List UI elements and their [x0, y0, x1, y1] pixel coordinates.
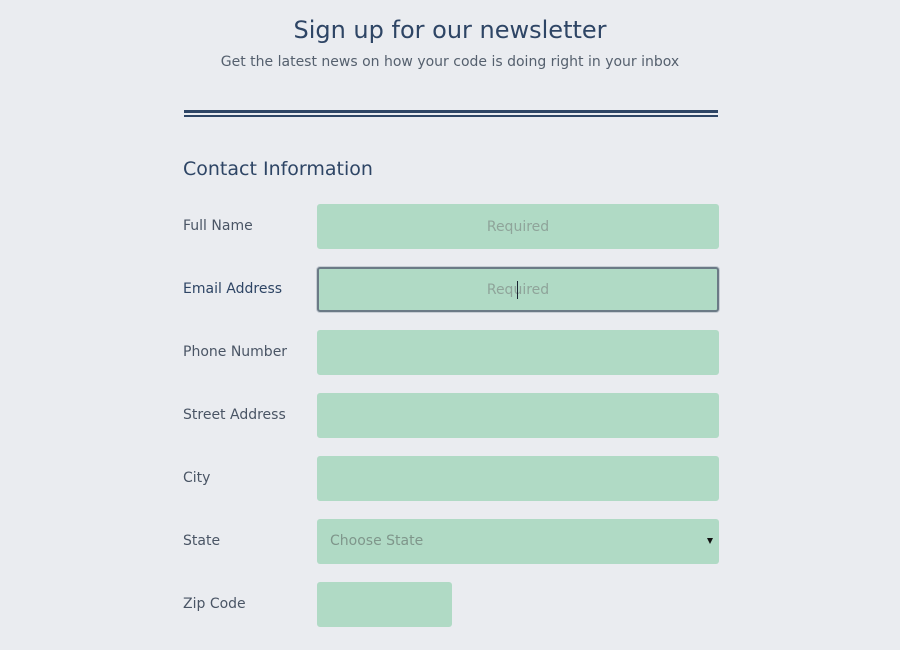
street-address-input[interactable]	[317, 393, 719, 438]
full-name-label: Full Name	[183, 218, 253, 234]
city-label: City	[183, 470, 211, 486]
form-row-email: Email Address	[183, 267, 719, 312]
form-row-street-address: Street Address	[183, 393, 719, 438]
page-title: Sign up for our newsletter	[293, 16, 607, 44]
form-row-full-name: Full Name	[183, 204, 719, 249]
email-address-label: Email Address	[183, 281, 283, 297]
form-row-phone: Phone Number	[183, 330, 719, 375]
state-label: State	[183, 533, 221, 549]
form-row-city: City	[183, 456, 719, 501]
phone-number-label: Phone Number	[183, 344, 288, 360]
page-subtitle: Get the latest news on how your code is …	[220, 54, 680, 70]
form-row-zip-code: Zip Code	[183, 582, 719, 627]
street-address-label: Street Address	[183, 407, 286, 423]
chevron-down-icon	[707, 538, 713, 544]
section-title-contact-information: Contact Information	[183, 158, 373, 180]
email-address-input[interactable]	[317, 267, 719, 312]
form-row-state: State Choose State	[183, 519, 719, 564]
phone-number-input[interactable]	[317, 330, 719, 375]
state-select[interactable]: Choose State	[317, 519, 719, 564]
page-header: Sign up for our newsletter Get the lates…	[0, 0, 900, 71]
zip-code-label: Zip Code	[183, 596, 246, 612]
city-input[interactable]	[317, 456, 719, 501]
zip-code-input[interactable]	[317, 582, 452, 627]
double-divider	[184, 110, 718, 117]
text-cursor	[517, 281, 518, 299]
newsletter-signup-page: Sign up for our newsletter Get the lates…	[0, 0, 900, 650]
state-select-value: Choose State	[330, 533, 424, 549]
full-name-input[interactable]	[317, 204, 719, 249]
